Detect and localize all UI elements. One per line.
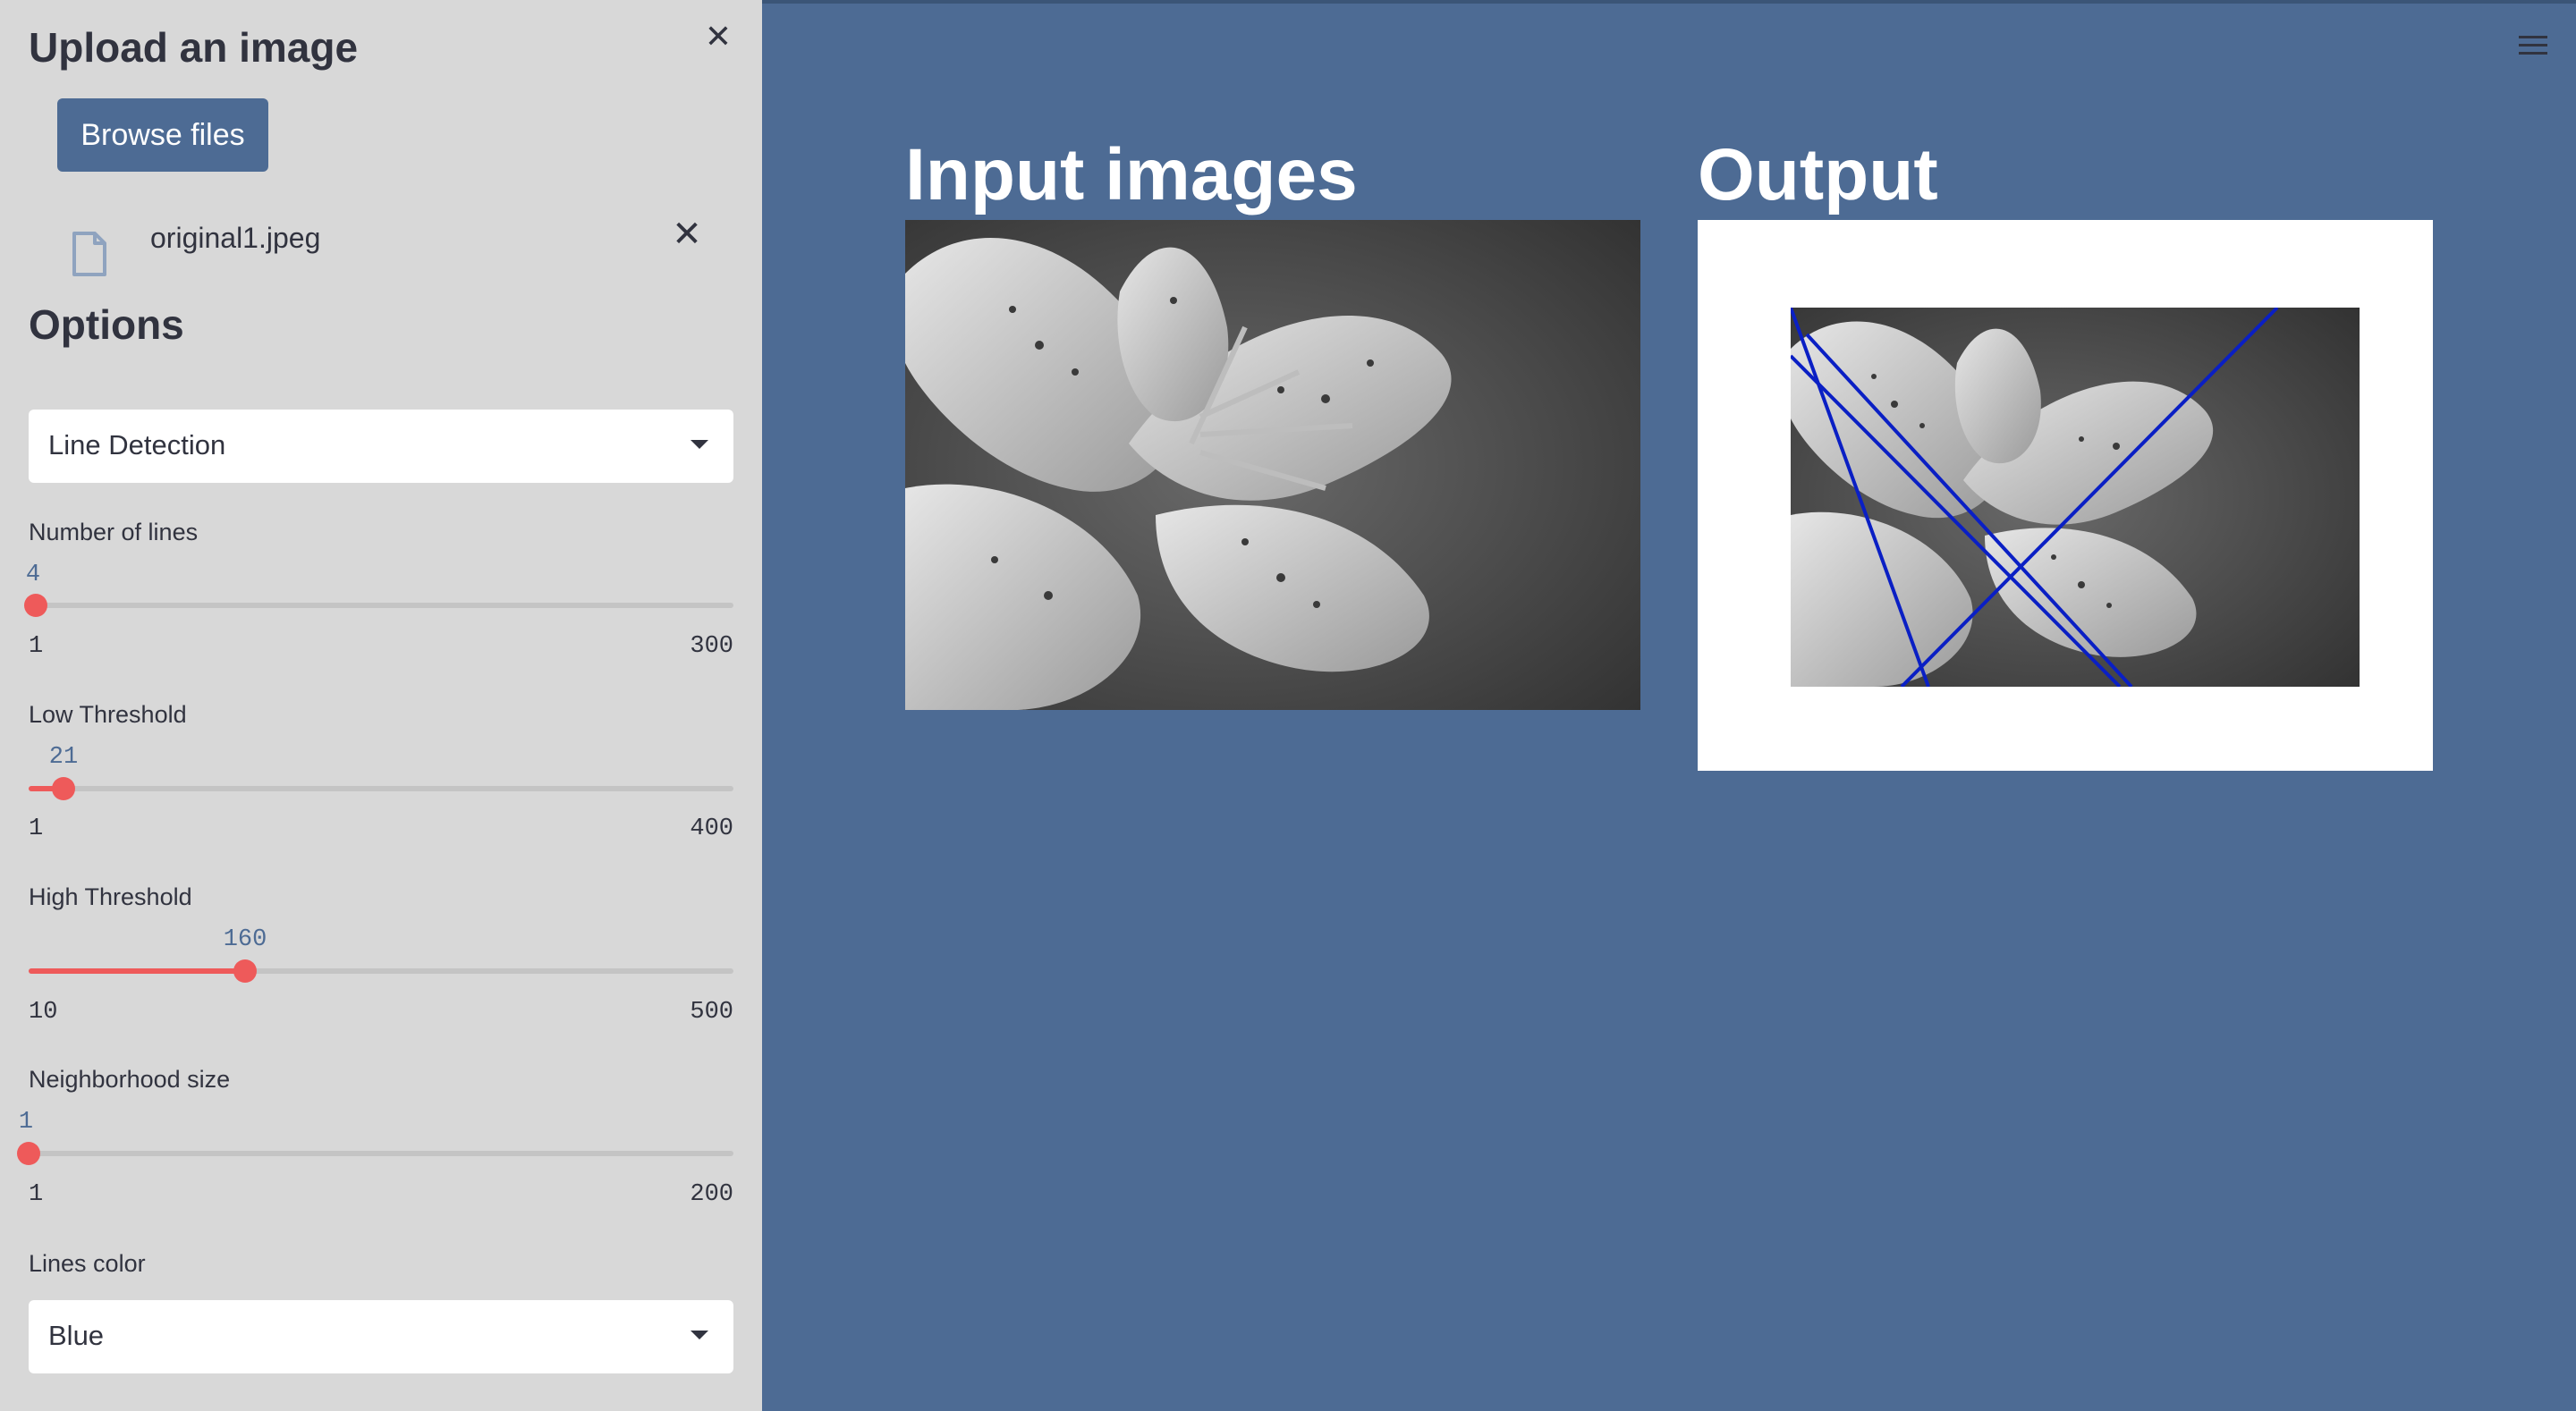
upload-title: Upload an image xyxy=(29,24,359,71)
lines-slider-min: 1 xyxy=(29,633,44,660)
lines-color-select-value: Blue xyxy=(48,1320,105,1351)
high-threshold-max: 500 xyxy=(690,999,733,1026)
neighborhood-size-max: 200 xyxy=(690,1181,733,1208)
neighborhood-size-slider[interactable] xyxy=(17,1142,733,1165)
high-threshold-thumb[interactable] xyxy=(233,959,257,983)
sidebar: Upload an image ✕ Browse files original1… xyxy=(0,0,762,1411)
high-threshold-label: High Threshold xyxy=(29,883,192,910)
low-threshold-slider[interactable] xyxy=(29,777,733,800)
lines-slider-thumb[interactable] xyxy=(24,594,47,617)
high-threshold-slider[interactable] xyxy=(29,959,733,983)
output-title: Output xyxy=(1698,134,1938,215)
high-threshold-value: 160 xyxy=(223,926,267,953)
close-sidebar-icon[interactable]: ✕ xyxy=(703,21,733,53)
uploaded-file-row: original1.jpeg ✕ xyxy=(0,215,762,286)
input-images-title: Input images xyxy=(905,134,1358,215)
lines-slider-label: Number of lines xyxy=(29,519,199,545)
chevron-down-icon xyxy=(691,440,708,449)
lines-slider[interactable] xyxy=(24,594,733,617)
neighborhood-size-thumb[interactable] xyxy=(17,1142,40,1165)
operation-select-value: Line Detection xyxy=(48,429,226,460)
chevron-down-icon xyxy=(691,1331,708,1339)
remove-file-icon[interactable]: ✕ xyxy=(671,216,703,252)
file-name: original1.jpeg xyxy=(150,222,321,254)
browse-files-button[interactable]: Browse files xyxy=(57,98,268,172)
low-threshold-min: 1 xyxy=(29,815,44,842)
low-threshold-label: Low Threshold xyxy=(29,701,187,728)
hamburger-menu-icon[interactable] xyxy=(2519,36,2547,55)
options-title: Options xyxy=(29,301,184,348)
lines-color-select[interactable]: Blue xyxy=(29,1300,733,1373)
neighborhood-size-min: 1 xyxy=(29,1181,44,1208)
lines-color-label: Lines color xyxy=(29,1250,146,1277)
output-image xyxy=(1791,308,2360,687)
operation-select[interactable]: Line Detection xyxy=(29,410,733,483)
lines-slider-max: 300 xyxy=(690,633,733,660)
file-icon xyxy=(72,232,106,276)
high-threshold-min: 10 xyxy=(29,999,58,1026)
lines-slider-value: 4 xyxy=(25,562,41,588)
output-panel xyxy=(1698,220,2433,771)
input-image xyxy=(905,220,1640,710)
low-threshold-thumb[interactable] xyxy=(52,777,75,800)
neighborhood-size-value: 1 xyxy=(18,1109,34,1136)
low-threshold-max: 400 xyxy=(690,815,733,842)
high-threshold-fill xyxy=(29,968,245,974)
neighborhood-size-label: Neighborhood size xyxy=(29,1066,231,1093)
low-threshold-value: 21 xyxy=(48,744,79,771)
